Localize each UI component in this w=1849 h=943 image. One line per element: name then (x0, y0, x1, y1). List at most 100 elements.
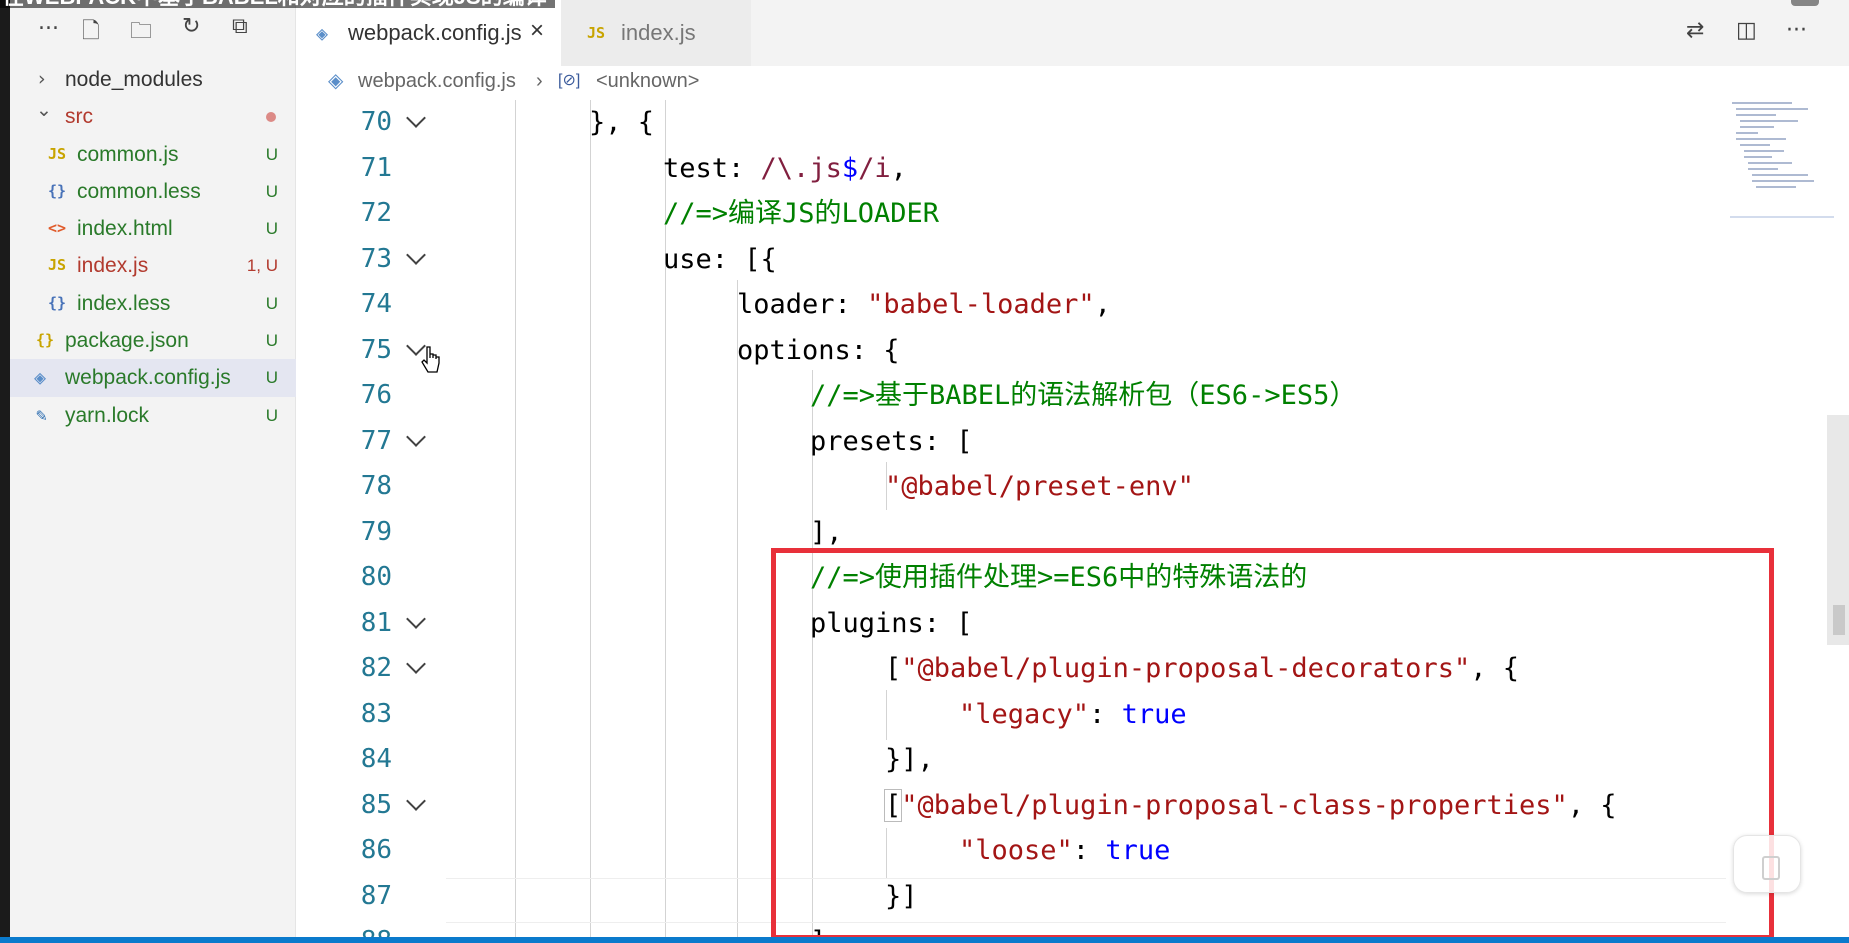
code-text: : [{ (711, 243, 777, 275)
close-icon[interactable]: × (530, 0, 544, 64)
property-key: loader (737, 289, 835, 320)
tree-item-yarn-lock[interactable]: ✎ yarn.lock U (10, 397, 296, 434)
code-text: : [ (923, 425, 973, 457)
modified-dot-icon (266, 112, 276, 123)
code-line-72: //=>编译JS的LOADER (663, 191, 939, 237)
tree-item-label: index.html (77, 217, 173, 241)
gutter-line: 83 (296, 692, 446, 738)
line-number: 76 (360, 380, 392, 410)
html-file-icon: <> (48, 219, 67, 238)
string-literal: "@babel/preset-env" (885, 471, 1194, 502)
property-key: options (737, 334, 851, 366)
breadcrumb-file[interactable]: webpack.config.js (358, 66, 516, 96)
breadcrumb-symbol[interactable]: <unknown> (596, 66, 699, 96)
git-status-badge: U (265, 144, 278, 164)
new-folder-icon[interactable]: 🗀 (130, 14, 152, 52)
tab-label: webpack.config.js (348, 20, 522, 45)
code-text: : { (850, 334, 900, 366)
tree-item-label: yarn.lock (65, 403, 150, 427)
indent-guide (737, 280, 738, 943)
gutter-line: 78 (296, 464, 446, 510)
breadcrumb: ◈ webpack.config.js › [⊘] <unknown> (296, 66, 1849, 100)
fold-chevron-icon[interactable] (406, 795, 422, 811)
gutter-line: 79 (296, 510, 446, 556)
gutter-line: 77 (296, 419, 446, 465)
line-number: 84 (360, 744, 392, 774)
tree-item-label: src (65, 105, 93, 129)
tree-item-index-html[interactable]: <> index.html U (10, 210, 296, 247)
fold-chevron-icon[interactable] (406, 613, 422, 629)
line-number: 74 (360, 289, 392, 319)
refresh-icon[interactable]: ↻ (182, 14, 200, 39)
gutter-line: 76 (296, 373, 446, 419)
new-file-icon[interactable]: 🗋 (82, 14, 100, 52)
window-edge (0, 0, 10, 943)
code-line-78: "@babel/preset-env" (885, 464, 1194, 510)
webpack-file-icon: ◈ (316, 21, 329, 45)
line-number: 82 (360, 653, 392, 683)
file-tree: › node_modules ⌄ src JS common.js U {} c… (10, 61, 296, 434)
chevron-down-icon: ⌄ (36, 99, 52, 122)
yarn-file-icon: ✎ (36, 404, 47, 426)
editor-tab-bar: ◈ webpack.config.js × JS index.js ⇄ ◫ ··… (296, 0, 1849, 66)
minimap[interactable] (1730, 100, 1835, 240)
line-number: 75 (360, 334, 392, 365)
tree-item-webpack-config[interactable]: ◈ webpack.config.js U (10, 359, 296, 397)
code-text: : (728, 152, 761, 184)
explorer-toolbar: ... 🗋 🗀 ↻ ⧉ (10, 10, 296, 52)
tree-item-label: package.json (65, 329, 189, 353)
property-key: presets (810, 425, 924, 457)
code-line-71: test: /\.js$/i, (663, 146, 907, 192)
line-number: 73 (360, 243, 392, 274)
gutter-line: 70 (296, 100, 446, 146)
fold-chevron-icon[interactable] (406, 112, 422, 128)
line-number: 79 (360, 516, 392, 547)
fold-chevron-icon[interactable] (406, 431, 422, 447)
regex-part: /\. (760, 152, 810, 184)
annotation-highlight-box (771, 548, 1774, 940)
code-text: , (890, 152, 907, 184)
line-number: 87 (360, 880, 392, 911)
tab-index-js[interactable]: JS index.js (561, 0, 751, 66)
tree-item-label: index.js (77, 254, 149, 278)
tree-item-label: common.js (77, 142, 179, 166)
gutter-line: 74 (296, 282, 446, 328)
more-actions-button[interactable]: ··· (1786, 18, 1807, 43)
tree-item-package-json[interactable]: {} package.json U (10, 322, 296, 359)
tree-item-index-less[interactable]: {} index.less U (10, 285, 296, 322)
webpack-file-icon: ◈ (328, 70, 344, 92)
regex-part: /i (858, 152, 891, 184)
fold-chevron-icon[interactable] (406, 249, 422, 265)
string-literal: "babel-loader" (867, 289, 1095, 320)
scrollbar-thumb[interactable] (1833, 605, 1845, 635)
floating-copy-button[interactable] (1733, 835, 1801, 893)
js-file-icon: JS (587, 24, 606, 42)
js-file-icon: JS (48, 256, 67, 275)
explorer-more-button[interactable]: ... (38, 10, 59, 35)
tree-item-common-less[interactable]: {} common.less U (10, 173, 296, 210)
tree-item-src[interactable]: ⌄ src (10, 98, 296, 135)
property-key: use (663, 243, 712, 275)
line-number: 86 (360, 835, 392, 865)
git-status-badge: U (265, 219, 278, 239)
collapse-all-icon[interactable]: ⧉ (232, 14, 248, 39)
tree-item-index-js[interactable]: JS index.js 1, U (10, 247, 296, 284)
gutter-line: 84 (296, 737, 446, 783)
compare-changes-icon[interactable]: ⇄ (1686, 18, 1704, 43)
tree-item-node-modules[interactable]: › node_modules (10, 61, 296, 98)
less-file-icon: {} (48, 293, 67, 312)
git-status-badge: U (265, 368, 278, 388)
code-line-76: //=>基于BABEL的语法解析包（ES6->ES5） (810, 373, 1356, 419)
property-key: test (663, 152, 729, 184)
split-editor-icon[interactable]: ◫ (1736, 18, 1757, 43)
code-line-70: }, { (589, 100, 654, 146)
tree-item-label: common.less (77, 179, 201, 203)
line-number: 80 (360, 562, 392, 592)
js-file-icon: JS (48, 144, 67, 163)
regex-part: $ (841, 152, 859, 184)
code-text: }, { (589, 107, 655, 138)
tree-item-common-js[interactable]: JS common.js U (10, 136, 296, 173)
tab-webpack-config[interactable]: ◈ webpack.config.js × (296, 0, 561, 66)
fold-chevron-icon[interactable] (406, 658, 422, 674)
less-file-icon: {} (48, 181, 67, 200)
